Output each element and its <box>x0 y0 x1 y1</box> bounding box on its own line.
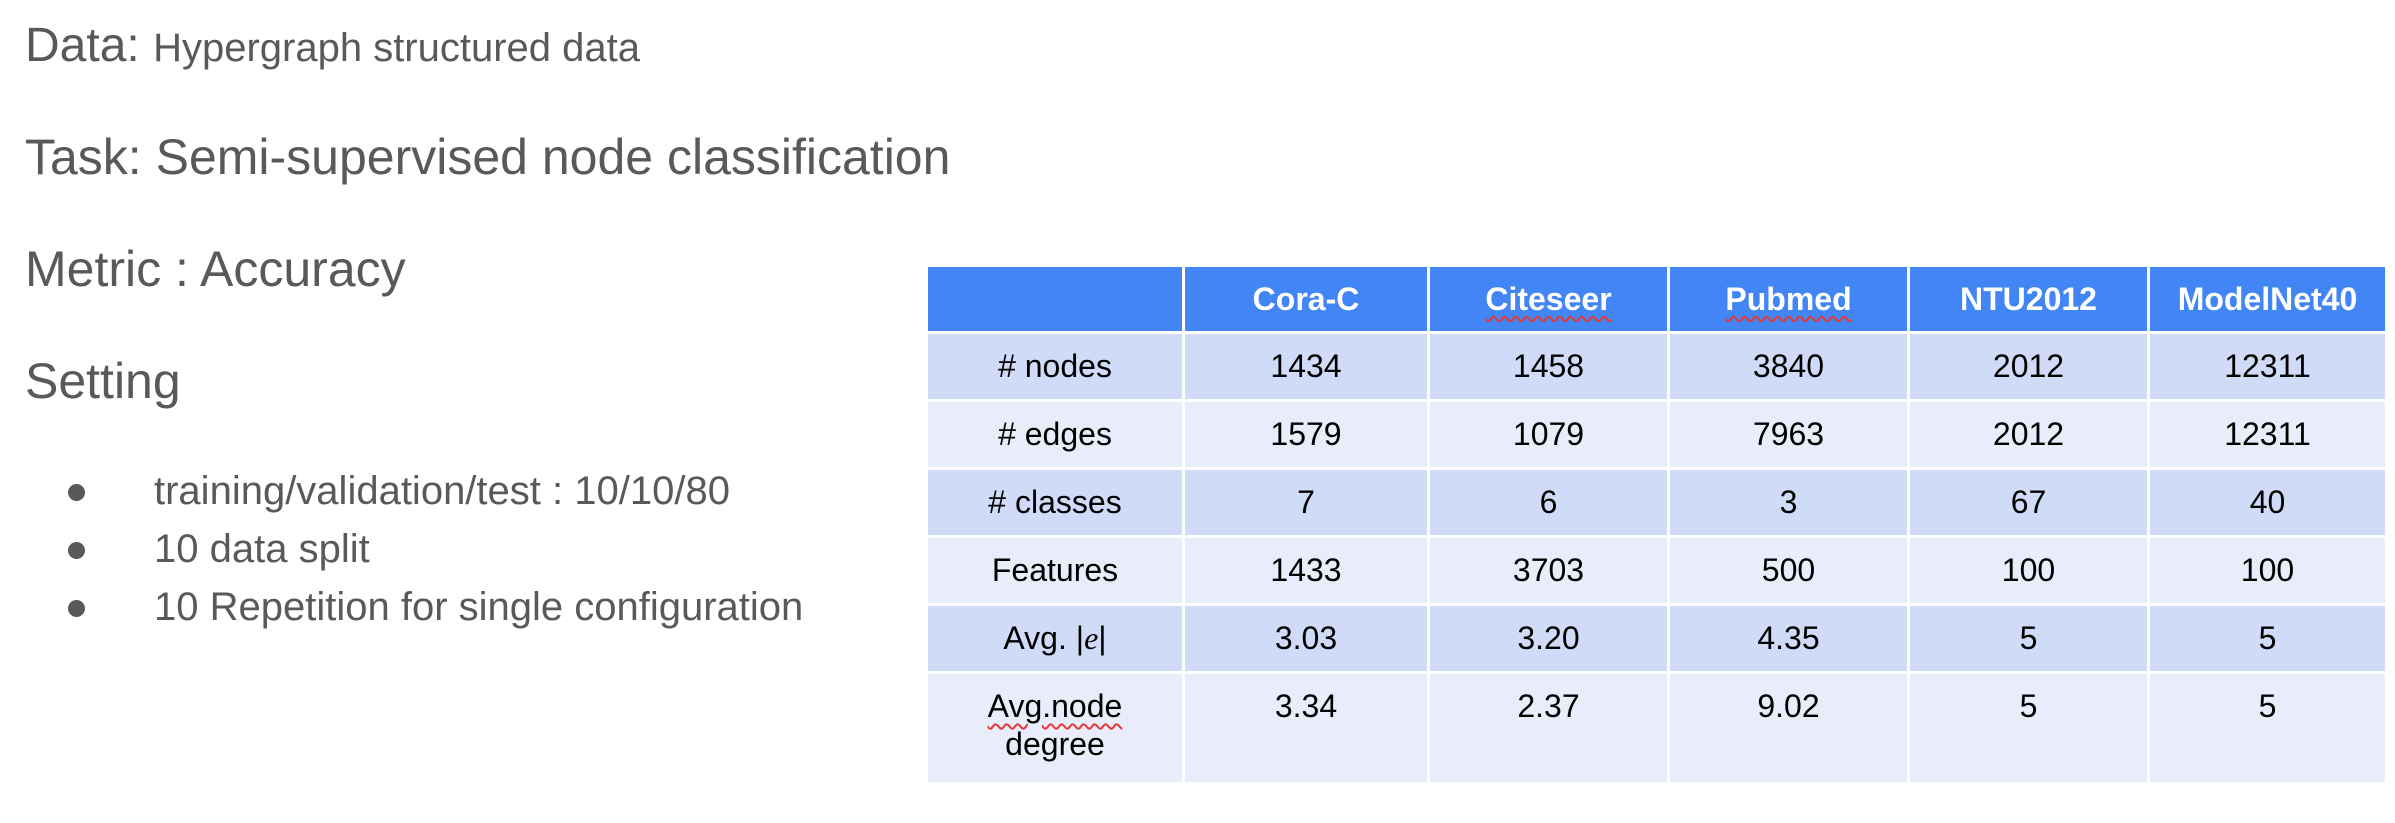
table-cell: 2012 <box>1907 399 2150 470</box>
table-cell: 5 <box>2147 603 2388 674</box>
table-cell: 3 <box>1667 467 1910 538</box>
header-cell-modelnet40: ModelNet40 <box>2147 264 2388 334</box>
metric-line: Metric : Accuracy <box>25 241 406 297</box>
table-cell: 7963 <box>1667 399 1910 470</box>
row-label-math: e <box>1084 620 1099 656</box>
table-cell: 100 <box>2147 535 2388 606</box>
table-cell: 3.03 <box>1182 603 1430 674</box>
table-cell: 2.37 <box>1427 671 1670 785</box>
table-cell: 40 <box>2147 467 2388 538</box>
table-cell: 5 <box>1907 603 2150 674</box>
row-label: # edges <box>925 399 1185 470</box>
table-cell: 4.35 <box>1667 603 1910 674</box>
header-cell-empty <box>925 264 1185 334</box>
table-cell: 1433 <box>1182 535 1430 606</box>
row-label-line2: degree <box>1005 726 1105 762</box>
table-cell: 3840 <box>1667 331 1910 402</box>
table-cell: 1579 <box>1182 399 1430 470</box>
row-label-suffix: | <box>1098 620 1107 656</box>
task-line: Task: Semi-supervised node classificatio… <box>25 129 951 185</box>
data-label: Data: <box>25 19 140 72</box>
data-value: Hypergraph structured data <box>153 26 641 70</box>
table-cell: 7 <box>1182 467 1430 538</box>
bullet-dot-icon <box>68 542 85 559</box>
row-label-prefix: Avg. | <box>1003 620 1085 656</box>
row-label: # classes <box>925 467 1185 538</box>
table-row: # nodes 1434 1458 3840 2012 12311 <box>925 331 2388 402</box>
table-row: Features 1433 3703 500 100 100 <box>925 535 2388 606</box>
table-cell: 3.20 <box>1427 603 1670 674</box>
table-cell: 500 <box>1667 535 1910 606</box>
table-cell: 5 <box>2147 671 2388 785</box>
table-cell: 6 <box>1427 467 1670 538</box>
table-row: # edges 1579 1079 7963 2012 12311 <box>925 399 2388 470</box>
row-label-line1: Avg.node <box>987 688 1123 724</box>
row-label: Features <box>925 535 1185 606</box>
header-cell-citeseer: Citeseer <box>1427 264 1670 334</box>
table-cell: 5 <box>1907 671 2150 785</box>
table-cell: 1434 <box>1182 331 1430 402</box>
bullet-text: 10 Repetition for single configuration <box>154 585 804 629</box>
bullet-dot-icon <box>68 600 85 617</box>
table-row: Avg. |e| 3.03 3.20 4.35 5 5 <box>925 603 2388 674</box>
table-cell: 2012 <box>1907 331 2150 402</box>
table-header-row: Cora-C Citeseer Pubmed NTU2012 ModelNet4… <box>925 264 2388 334</box>
header-cell-cora-c: Cora-C <box>1182 264 1430 334</box>
table-cell: 3703 <box>1427 535 1670 606</box>
setting-heading: Setting <box>25 353 181 409</box>
header-cell-ntu2012: NTU2012 <box>1907 264 2150 334</box>
table-cell: 1458 <box>1427 331 1670 402</box>
header-text: Pubmed <box>1725 280 1852 317</box>
table-cell: 12311 <box>2147 399 2388 470</box>
dataset-stats-table: Cora-C Citeseer Pubmed NTU2012 ModelNet4… <box>925 264 2388 785</box>
row-label: Avg. |e| <box>925 603 1185 674</box>
bullet-dot-icon <box>68 484 85 501</box>
table-cell: 67 <box>1907 467 2150 538</box>
bullet-text: 10 data split <box>154 527 370 571</box>
table-cell: 3.34 <box>1182 671 1430 785</box>
table-cell: 12311 <box>2147 331 2388 402</box>
header-cell-pubmed: Pubmed <box>1667 264 1910 334</box>
table-cell: 9.02 <box>1667 671 1910 785</box>
table-row: # classes 7 6 3 67 40 <box>925 467 2388 538</box>
header-text: Citeseer <box>1485 280 1612 317</box>
bullet-text: training/validation/test : 10/10/80 <box>154 469 730 513</box>
table-row: Avg.node degree 3.34 2.37 9.02 5 5 <box>925 671 2388 785</box>
row-label: Avg.node degree <box>925 671 1185 785</box>
data-line: Data: Hypergraph structured data <box>25 18 640 73</box>
row-label: # nodes <box>925 331 1185 402</box>
table-cell: 100 <box>1907 535 2150 606</box>
table-cell: 1079 <box>1427 399 1670 470</box>
